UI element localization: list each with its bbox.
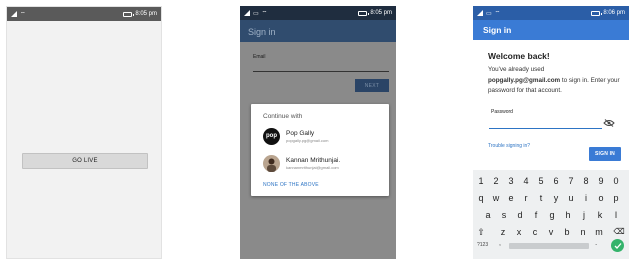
password-field[interactable] [489, 128, 602, 129]
dialog-title: Continue with [263, 113, 303, 120]
email-label: Email [253, 54, 266, 60]
status-time: 8:06 pm [603, 10, 625, 16]
next-button[interactable]: NEXT [355, 79, 389, 92]
key[interactable]: y [550, 192, 562, 204]
image-icon: ▭ [486, 10, 492, 17]
keyboard-row-2: a s d f g h j k l [473, 209, 629, 223]
screen-go-live: ⌔ 8:05 pm GO LIVE [6, 6, 162, 259]
key[interactable]: 8 [580, 175, 592, 187]
key[interactable]: c [529, 226, 541, 238]
account-email: popgally.pg@gmail.com [286, 137, 329, 143]
key[interactable]: 2 [490, 175, 502, 187]
status-bar: ⌔ 8:05 pm [7, 7, 161, 21]
account-item[interactable]: pop Pop Gally popgally.pg@gmail.com [263, 125, 383, 147]
status-bar: ▭ ⌔ 8:05 pm [240, 6, 396, 20]
key[interactable]: x [513, 226, 525, 238]
soft-keyboard: 1 2 3 4 5 6 7 8 9 0 q w e r t y u i o p … [473, 170, 629, 259]
app-bar-title: Sign in [473, 20, 629, 40]
none-of-the-above-button[interactable]: NONE OF THE ABOVE [263, 182, 319, 188]
key[interactable]: w [490, 192, 502, 204]
key[interactable]: j [578, 209, 590, 221]
sign-in-button[interactable]: SIGN IN [589, 147, 621, 161]
shift-icon[interactable]: ⇧ [475, 226, 487, 238]
keyboard-number-row: 1 2 3 4 5 6 7 8 9 0 [473, 175, 629, 189]
key[interactable]: s [498, 209, 510, 221]
key[interactable]: b [561, 226, 573, 238]
key[interactable]: n [577, 226, 589, 238]
signal-icon [11, 11, 17, 17]
key[interactable]: u [565, 192, 577, 204]
wifi-icon: ⌔ [20, 12, 26, 18]
space-bar[interactable] [509, 243, 589, 249]
trouble-signing-in-link[interactable]: Trouble signing in? [488, 143, 530, 149]
account-item[interactable]: Kannan Mrithunjai. kannanmrithunjai@gmai… [263, 152, 383, 174]
key[interactable]: o [595, 192, 607, 204]
battery-icon [358, 10, 370, 16]
key[interactable]: m [593, 226, 605, 238]
go-live-button[interactable]: GO LIVE [22, 153, 148, 169]
key[interactable]: v [545, 226, 557, 238]
wifi-icon: ⌔ [261, 11, 268, 17]
key[interactable]: t [535, 192, 547, 204]
desc-prefix: You've already used [488, 66, 545, 73]
key[interactable]: 3 [505, 175, 517, 187]
keyboard-row-3: ⇧ z x c v b n m ⌫ [473, 226, 629, 240]
battery-icon [591, 10, 603, 16]
key[interactable]: d [514, 209, 526, 221]
key[interactable]: f [530, 209, 542, 221]
account-picker-dialog: Continue with pop Pop Gally popgally.pg@… [251, 104, 389, 196]
key[interactable]: a [482, 209, 494, 221]
key[interactable]: l [610, 209, 622, 221]
image-icon: ▭ [253, 10, 259, 17]
status-time: 8:05 pm [370, 10, 392, 16]
signal-icon [477, 10, 483, 16]
signal-icon [244, 10, 250, 16]
account-description: You've already used popgally.pg@gmail.co… [488, 65, 626, 97]
check-icon [614, 242, 621, 249]
password-label: Password [491, 109, 513, 115]
screen-password-sign-in: ▭ ⌔ 8:06 pm Sign in Welcome back! You've … [473, 6, 629, 259]
key[interactable]: r [520, 192, 532, 204]
key[interactable]: k [594, 209, 606, 221]
visibility-off-icon[interactable] [603, 119, 615, 127]
welcome-heading: Welcome back! [488, 51, 550, 61]
key[interactable]: z [497, 226, 509, 238]
key[interactable]: h [562, 209, 574, 221]
key[interactable]: 7 [565, 175, 577, 187]
backspace-icon[interactable]: ⌫ [613, 226, 625, 238]
battery-icon [123, 11, 135, 17]
status-time: 8:05 pm [135, 11, 157, 17]
key[interactable]: i [580, 192, 592, 204]
key[interactable]: e [505, 192, 517, 204]
key[interactable]: q [475, 192, 487, 204]
status-bar: ▭ ⌔ 8:06 pm [473, 6, 629, 20]
account-email: kannanmrithunjai@gmail.com [286, 164, 339, 170]
key[interactable]: p [610, 192, 622, 204]
key[interactable]: 6 [550, 175, 562, 187]
email-field[interactable] [253, 71, 389, 72]
period-key[interactable]: . [595, 238, 597, 247]
key[interactable]: 1 [475, 175, 487, 187]
key[interactable]: 9 [595, 175, 607, 187]
symbols-key[interactable]: ?123 [477, 242, 488, 248]
comma-key[interactable]: , [499, 240, 501, 247]
key[interactable]: 0 [610, 175, 622, 187]
key[interactable]: 4 [520, 175, 532, 187]
avatar [263, 154, 280, 172]
app-bar-title: Sign in [240, 20, 396, 42]
account-name: Kannan Mrithunjai. [286, 156, 341, 164]
wifi-icon: ⌔ [494, 11, 501, 17]
screen-account-picker: ▭ ⌔ 8:05 pm Sign in Email NEXT Continue w… [240, 6, 396, 259]
key[interactable]: g [546, 209, 558, 221]
desc-email: popgally.pg@gmail.com [488, 76, 561, 84]
enter-key[interactable] [611, 239, 624, 252]
key[interactable]: 5 [535, 175, 547, 187]
avatar: pop [263, 127, 280, 145]
account-name: Pop Gally [286, 129, 315, 137]
keyboard-row-1: q w e r t y u i o p [473, 192, 629, 206]
